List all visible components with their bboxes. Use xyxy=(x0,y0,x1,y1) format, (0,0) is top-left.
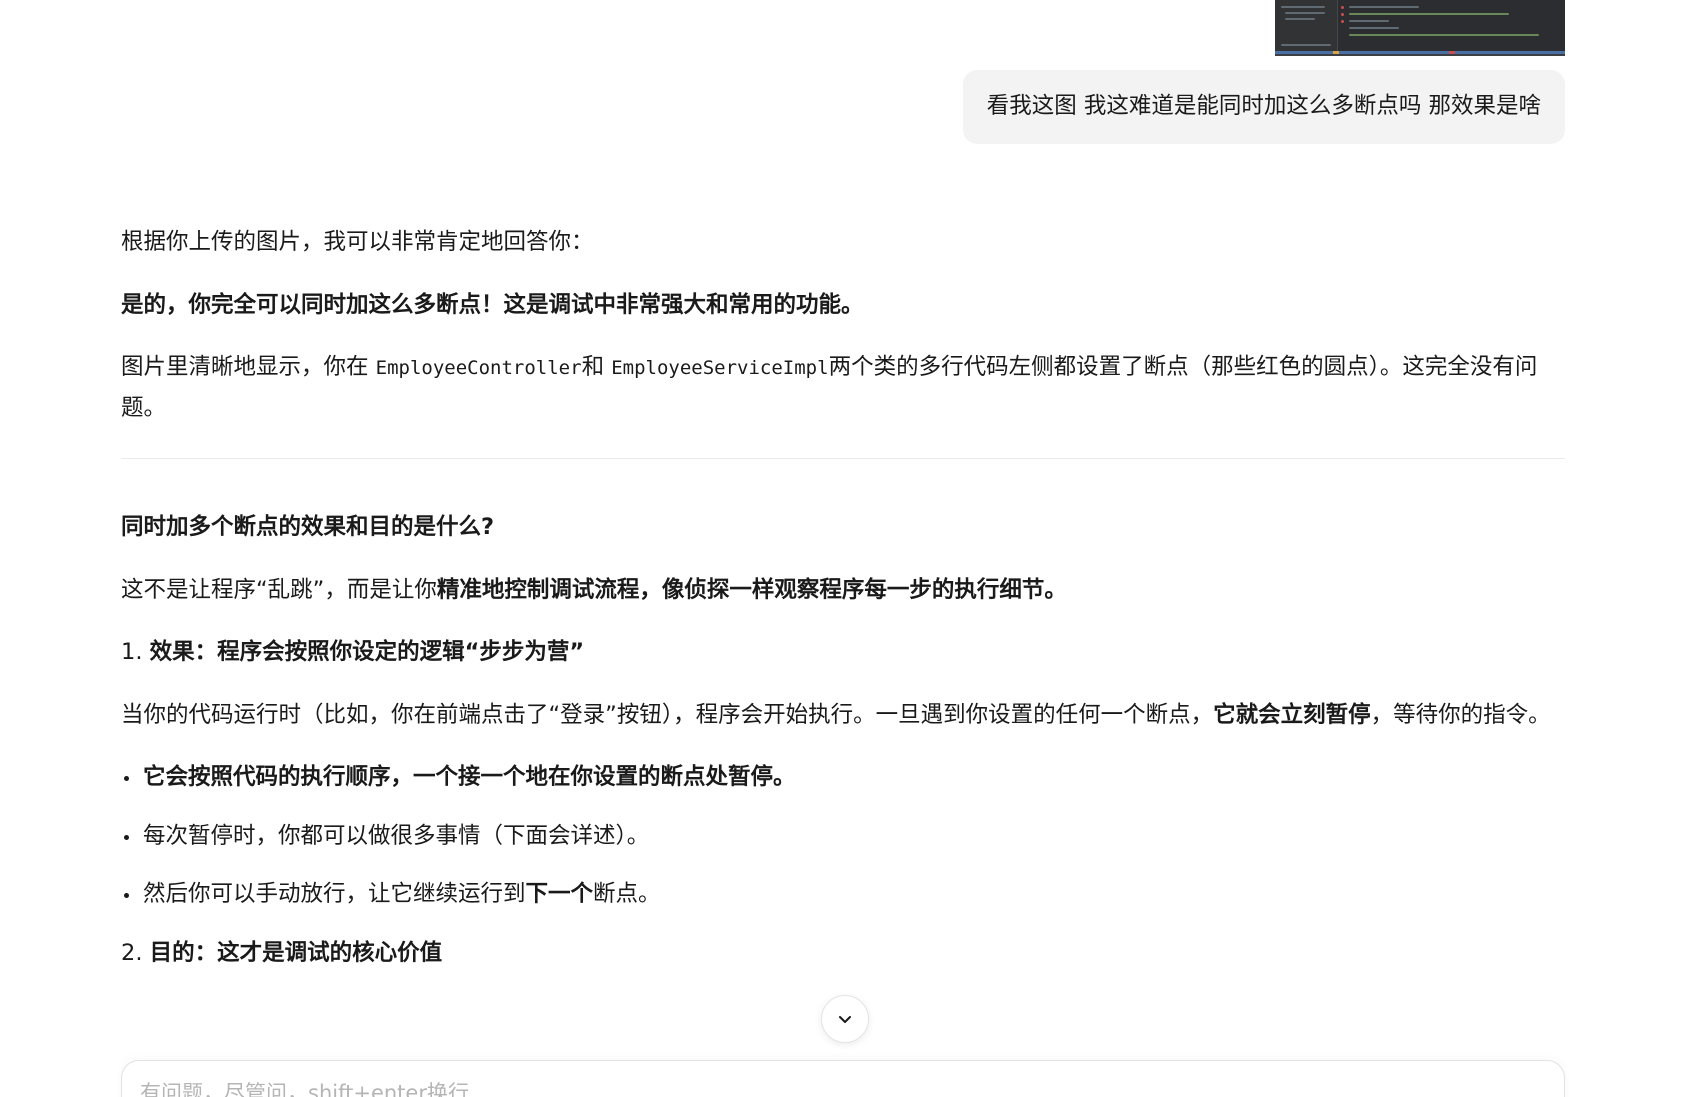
para2-bold: 精准地控制调试流程，像侦探一样观察程序每一步的执行细节。 xyxy=(436,576,1067,603)
para1-text-a: 图片里清晰地显示，你在 xyxy=(121,354,376,380)
para1-text-b: 和 xyxy=(581,354,612,380)
assistant-answer: 根据你上传的图片，我可以非常肯定地回答你： 是的，你完全可以同时加这么多断点！这… xyxy=(121,222,1565,995)
chat-page: 看我这图 我这难道是能同时加这么多断点吗 那效果是啥 根据你上传的图片，我可以非… xyxy=(0,0,1703,1097)
uploaded-image-thumbnail[interactable] xyxy=(1275,0,1565,56)
chat-input-box[interactable] xyxy=(121,1060,1565,1097)
section-divider xyxy=(121,458,1565,459)
para2-text-a: 这不是让程序“乱跳”，而是让你 xyxy=(121,576,437,603)
inline-code-employee-service-impl: EmployeeServiceImpl xyxy=(611,357,829,379)
answer-paragraph-3: 当你的代码运行时（比如，你在前端点击了“登录”按钮），程序会开始执行。一旦遇到你… xyxy=(121,695,1565,736)
user-message-text: 看我这图 我这难道是能同时加这么多断点吗 那效果是啥 xyxy=(986,93,1541,119)
inline-code-employee-controller: EmployeeController xyxy=(375,357,582,379)
bullet-item-3: 然后你可以手动放行，让它继续运行到下一个断点。 xyxy=(121,874,1565,915)
answer-paragraph-2: 这不是让程序“乱跳”，而是让你精准地控制调试流程，像侦探一样观察程序每一步的执行… xyxy=(121,570,1565,611)
point-2-heading: 2. 目的：这才是调试的核心价值 xyxy=(121,933,1565,974)
chevron-down-icon xyxy=(839,1016,851,1023)
section-title: 同时加多个断点的效果和目的是什么? xyxy=(121,514,495,540)
para3-text-a: 当你的代码运行时（比如，你在前端点击了“登录”按钮），程序会开始执行。一旦遇到你… xyxy=(121,701,1214,728)
user-message-bubble: 看我这图 我这难道是能同时加这么多断点吗 那效果是啥 xyxy=(962,70,1565,144)
bullet-3-bold: 下一个 xyxy=(525,881,594,907)
point-1-title: 效果：程序会按照你设定的逻辑“步步为营” xyxy=(149,639,585,665)
point-2-title: 目的：这才是调试的核心价值 xyxy=(149,939,443,966)
point-1-heading: 1. 效果：程序会按照你设定的逻辑“步步为营” xyxy=(121,632,1565,673)
point-1-number: 1. xyxy=(121,639,150,665)
point-2-number: 2. xyxy=(121,939,150,966)
bullet-list: 它会按照代码的执行顺序，一个接一个地在你设置的断点处暂停。 每次暂停时，你都可以… xyxy=(121,757,1565,915)
answer-bold-yes: 是的，你完全可以同时加这么多断点！这是调试中非常强大和常用的功能。 xyxy=(121,285,1565,326)
chat-input[interactable] xyxy=(138,1075,1542,1097)
scroll-to-bottom-button[interactable] xyxy=(821,995,869,1043)
para3-bold: 它就会立刻暂停 xyxy=(1213,701,1371,728)
answer-intro: 根据你上传的图片，我可以非常肯定地回答你： xyxy=(121,229,594,255)
answer-paragraph-1: 图片里清晰地显示，你在 EmployeeController和 Employee… xyxy=(121,347,1565,428)
bullet-item-1: 它会按照代码的执行顺序，一个接一个地在你设置的断点处暂停。 xyxy=(121,757,1565,798)
bullet-1-text: 它会按照代码的执行顺序，一个接一个地在你设置的断点处暂停。 xyxy=(143,764,796,790)
para3-text-b: ，等待你的指令。 xyxy=(1370,701,1551,728)
bullet-2-text: 每次暂停时，你都可以做很多事情（下面会详述）。 xyxy=(143,822,650,849)
bullet-3-text-a: 然后你可以手动放行，让它继续运行到 xyxy=(143,881,526,907)
bullet-3-text-b: 断点。 xyxy=(593,881,661,907)
answer-bold-yes-text: 是的，你完全可以同时加这么多断点！这是调试中非常强大和常用的功能。 xyxy=(121,291,864,318)
thumbnail-tab-stripe xyxy=(1275,51,1565,54)
bullet-item-2: 每次暂停时，你都可以做很多事情（下面会详述）。 xyxy=(121,816,1565,857)
